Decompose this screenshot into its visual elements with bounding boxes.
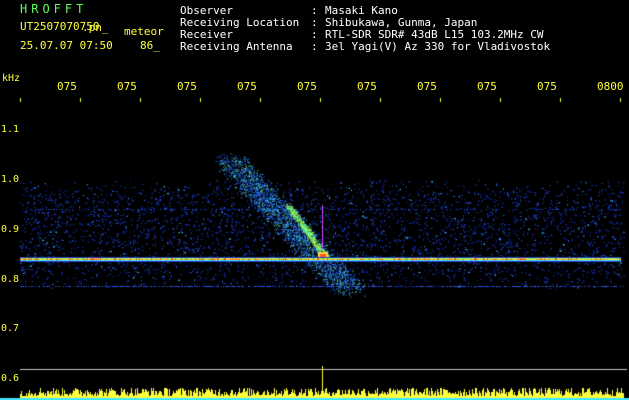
y-tick-label: 1.1 [1, 124, 20, 135]
file-extension: .pn_ [82, 21, 109, 34]
location-value: Shibukawa, Gunma, Japan [325, 16, 478, 29]
event-count: 86_ [140, 39, 160, 52]
x-tick-label: 075 [357, 80, 377, 93]
y-tick-label: 1.0 [1, 174, 20, 185]
y-axis-unit: kHz [2, 73, 21, 84]
app-title: HROFFT [20, 2, 88, 16]
receiver-value: RTL-SDR SDR# 43dB L15 103.2MHz CW [325, 28, 544, 41]
antenna-value: 3el Yagi(V) Az 330 for Vladivostok [325, 40, 551, 53]
y-tick-label: 0.9 [1, 224, 20, 235]
separator: : [311, 16, 318, 29]
location-label: Receiving Location [180, 16, 300, 29]
separator: : [311, 40, 318, 53]
x-tick-label: 075 [537, 80, 557, 93]
x-tick-label: 075 [117, 80, 137, 93]
separator: : [311, 28, 318, 41]
hrofft-window: HROFFT UT2507070750 .pn_ meteor 25.07.07… [0, 0, 629, 400]
observer-value: Masaki Kano [325, 4, 398, 17]
observer-label: Observer [180, 4, 233, 17]
y-tick-label: 0.7 [1, 323, 20, 334]
x-tick-label: 0800 [597, 80, 624, 93]
x-tick-label: 075 [237, 80, 257, 93]
x-tick-label: 075 [477, 80, 497, 93]
timestamp: 25.07.07 07:50 [20, 39, 113, 52]
receiver-label: Receiver [180, 28, 233, 41]
y-tick-label: 0.6 [1, 373, 20, 384]
antenna-label: Receiving Antenna [180, 40, 293, 53]
separator: : [311, 4, 318, 17]
x-tick-label: 075 [417, 80, 437, 93]
spectrogram-canvas [0, 0, 629, 400]
y-tick-label: 0.8 [1, 274, 20, 285]
x-tick-label: 075 [57, 80, 77, 93]
x-tick-label: 075 [297, 80, 317, 93]
event-type-label: meteor [124, 25, 164, 38]
x-tick-label: 075 [177, 80, 197, 93]
